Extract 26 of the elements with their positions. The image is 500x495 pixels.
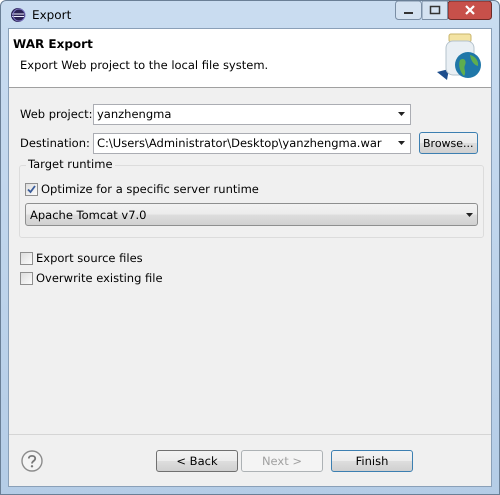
window-title: Export (32, 8, 72, 22)
runtime-dropdown[interactable]: Apache Tomcat v7.0 (25, 203, 478, 226)
combo-box[interactable]: C:\Users\Administrator\Desktop\yanzhengma.war (93, 132, 411, 154)
dropdown-arrow-icon[interactable] (398, 141, 405, 145)
page-title: WAR Export (13, 37, 94, 51)
browse-button[interactable]: Browse... (419, 132, 478, 154)
group-title: Target runtime (26, 157, 115, 171)
checkbox-label[interactable]: Optimize for a specific server runtime (41, 182, 259, 196)
maximize-button[interactable] (422, 1, 448, 20)
dialog-button[interactable]: Finish (331, 450, 413, 472)
checkbox[interactable] (25, 182, 38, 196)
help-icon[interactable] (21, 450, 43, 472)
checkbox-label[interactable]: Overwrite existing file (36, 271, 163, 285)
combo-box[interactable]: yanzhengma (93, 104, 411, 124)
field-label: Web project: (20, 107, 93, 121)
dropdown-arrow-icon[interactable] (398, 112, 405, 116)
dropdown-arrow-icon[interactable] (466, 212, 473, 216)
eclipse-icon (10, 6, 26, 22)
dialog-button[interactable]: < Back (156, 450, 238, 472)
field-label: Destination: (20, 136, 91, 150)
close-button[interactable] (448, 1, 492, 20)
page-description: Export Web project to the local file system. (19, 58, 270, 72)
checkbox[interactable] (20, 272, 33, 284)
checkbox[interactable] (20, 252, 33, 264)
checkbox-label[interactable]: Export source files (36, 251, 143, 265)
minimize-button[interactable] (395, 1, 422, 20)
